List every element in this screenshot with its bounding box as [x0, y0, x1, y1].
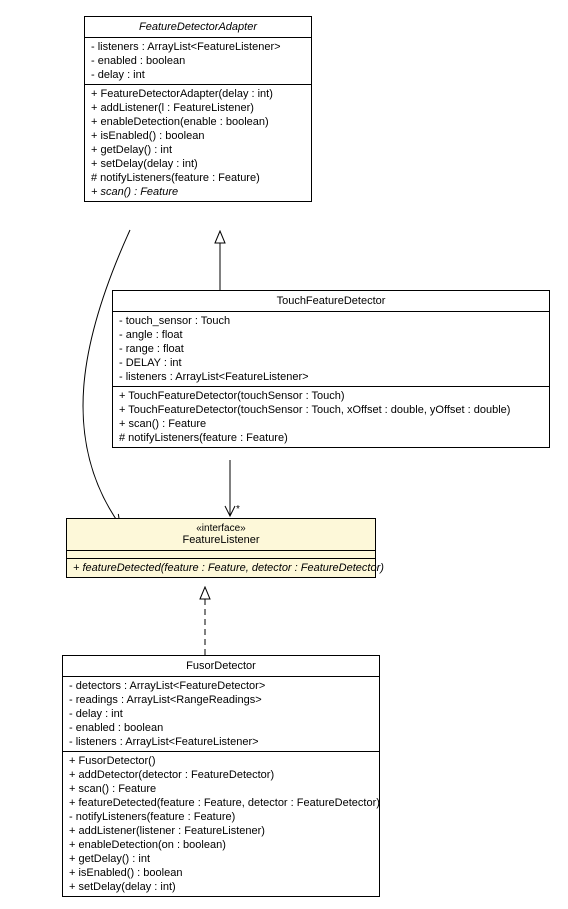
operation: # notifyListeners(feature : Feature): [119, 431, 543, 445]
attribute: - delay : int: [69, 707, 373, 721]
operation: + getDelay() : int: [69, 852, 373, 866]
class-title: FusorDetector: [63, 656, 379, 677]
attribute: - readings : ArrayList<RangeReadings>: [69, 693, 373, 707]
attribute: - listeners : ArrayList<FeatureListener>: [91, 40, 305, 54]
attributes-section: - listeners : ArrayList<FeatureListener>…: [85, 38, 311, 85]
class-name: FeatureListener: [73, 534, 369, 546]
attribute: - listeners : ArrayList<FeatureListener>: [119, 370, 543, 384]
class-title: TouchFeatureDetector: [113, 291, 549, 312]
operation: # notifyListeners(feature : Feature): [91, 171, 305, 185]
class-name: FusorDetector: [69, 660, 373, 672]
operation: + FusorDetector(): [69, 754, 373, 768]
stereotype: «interface»: [73, 523, 369, 534]
operation: + featureDetected(feature : Feature, det…: [69, 796, 373, 810]
operations-section: + TouchFeatureDetector(touchSensor : Tou…: [113, 387, 549, 447]
attributes-section: - touch_sensor : Touch - angle : float -…: [113, 312, 549, 387]
operation: + TouchFeatureDetector(touchSensor : Tou…: [119, 403, 543, 417]
operation: + featureDetected(feature : Feature, det…: [73, 561, 369, 575]
operation: - notifyListeners(feature : Feature): [69, 810, 373, 824]
class-name: TouchFeatureDetector: [119, 295, 543, 307]
operation: + enableDetection(on : boolean): [69, 838, 373, 852]
attribute: - enabled : boolean: [91, 54, 305, 68]
operation: + addListener(l : FeatureListener): [91, 101, 305, 115]
operation: + addListener(listener : FeatureListener…: [69, 824, 373, 838]
operation: + isEnabled() : boolean: [91, 129, 305, 143]
multiplicity-star: *: [236, 504, 240, 515]
operation: + scan() : Feature: [119, 417, 543, 431]
operation: + enableDetection(enable : boolean): [91, 115, 305, 129]
operations-section: + featureDetected(feature : Feature, det…: [67, 559, 375, 577]
class-name: FeatureDetectorAdapter: [91, 21, 305, 33]
attributes-section: [67, 551, 375, 559]
interface-feature-listener: «interface» FeatureListener + featureDet…: [66, 518, 376, 578]
attributes-section: - detectors : ArrayList<FeatureDetector>…: [63, 677, 379, 752]
class-title: «interface» FeatureListener: [67, 519, 375, 551]
class-title: FeatureDetectorAdapter: [85, 17, 311, 38]
attribute: - detectors : ArrayList<FeatureDetector>: [69, 679, 373, 693]
operation: + TouchFeatureDetector(touchSensor : Tou…: [119, 389, 543, 403]
attribute: - angle : float: [119, 328, 543, 342]
operation: + setDelay(delay : int): [91, 157, 305, 171]
attribute: - DELAY : int: [119, 356, 543, 370]
class-touch-feature-detector: TouchFeatureDetector - touch_sensor : To…: [112, 290, 550, 448]
operation: + FeatureDetectorAdapter(delay : int): [91, 87, 305, 101]
operation: + addDetector(detector : FeatureDetector…: [69, 768, 373, 782]
attribute: - range : float: [119, 342, 543, 356]
attribute: - delay : int: [91, 68, 305, 82]
operation: + getDelay() : int: [91, 143, 305, 157]
operation: + scan() : Feature: [69, 782, 373, 796]
operation: + setDelay(delay : int): [69, 880, 373, 894]
class-fusor-detector: FusorDetector - detectors : ArrayList<Fe…: [62, 655, 380, 897]
operation: + scan() : Feature: [91, 185, 305, 199]
attribute: - listeners : ArrayList<FeatureListener>: [69, 735, 373, 749]
operations-section: + FeatureDetectorAdapter(delay : int) + …: [85, 85, 311, 201]
operation: + isEnabled() : boolean: [69, 866, 373, 880]
attribute: - enabled : boolean: [69, 721, 373, 735]
attribute: - touch_sensor : Touch: [119, 314, 543, 328]
operations-section: + FusorDetector() + addDetector(detector…: [63, 752, 379, 896]
class-feature-detector-adapter: FeatureDetectorAdapter - listeners : Arr…: [84, 16, 312, 202]
